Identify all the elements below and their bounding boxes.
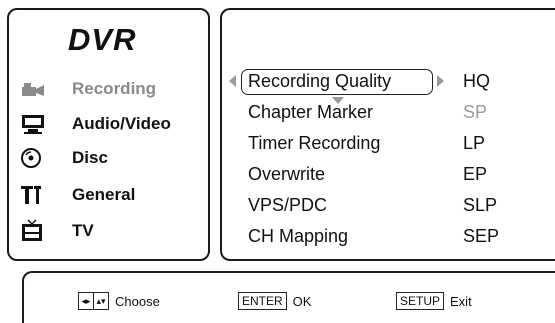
value-hq[interactable]: HQ — [463, 71, 490, 92]
left-arrow-icon — [229, 75, 236, 87]
value-lp[interactable]: LP — [463, 133, 485, 154]
sidebar-item-tv[interactable]: TV — [20, 219, 94, 243]
setup-key: SETUP — [396, 292, 445, 310]
enter-key: ENTER — [238, 292, 287, 310]
choose-hint: ◂▸ ▴▾ Choose — [78, 292, 160, 310]
sidebar-item-label: Audio/Video — [72, 114, 171, 133]
tv-icon — [20, 219, 50, 242]
sidebar-item-audio-video[interactable]: Audio/Video — [20, 112, 171, 136]
option-vps-pdc[interactable]: VPS/PDC — [248, 195, 327, 216]
right-arrow-icon — [437, 75, 444, 87]
left-right-arrows-icon: ◂▸ — [81, 295, 91, 306]
option-recording-quality[interactable]: Recording Quality — [248, 71, 391, 92]
exit-label: Exit — [450, 293, 472, 309]
sidebar-item-recording[interactable]: Recording — [20, 77, 156, 101]
option-ch-mapping[interactable]: CH Mapping — [248, 226, 348, 247]
menu-title: DVR — [68, 22, 137, 57]
option-overwrite[interactable]: Overwrite — [248, 164, 325, 185]
disc-icon — [20, 147, 50, 169]
nav-keys-icon: ◂▸ ▴▾ — [78, 292, 109, 310]
value-sp[interactable]: SP — [463, 102, 487, 123]
sidebar-item-label: Recording — [72, 79, 157, 98]
value-slp[interactable]: SLP — [463, 195, 497, 216]
value-sep[interactable]: SEP — [463, 226, 499, 247]
camcorder-icon — [20, 78, 50, 100]
sidebar-item-label: TV — [72, 221, 94, 240]
option-chapter-marker[interactable]: Chapter Marker — [248, 102, 373, 123]
sidebar-item-disc[interactable]: Disc — [20, 146, 108, 170]
value-ep[interactable]: EP — [463, 164, 487, 185]
sidebar-item-general[interactable]: General — [20, 183, 135, 207]
tools-icon — [20, 184, 50, 206]
ok-label: OK — [292, 293, 312, 309]
up-down-arrows-icon: ▴▾ — [93, 293, 108, 309]
ok-hint: ENTER OK — [238, 292, 311, 310]
option-timer-recording[interactable]: Timer Recording — [248, 133, 380, 154]
exit-hint: SETUP Exit — [396, 292, 472, 310]
monitor-icon — [20, 113, 50, 135]
sidebar-item-label: Disc — [72, 148, 108, 167]
choose-label: Choose — [115, 293, 160, 309]
sidebar-item-label: General — [72, 185, 136, 204]
